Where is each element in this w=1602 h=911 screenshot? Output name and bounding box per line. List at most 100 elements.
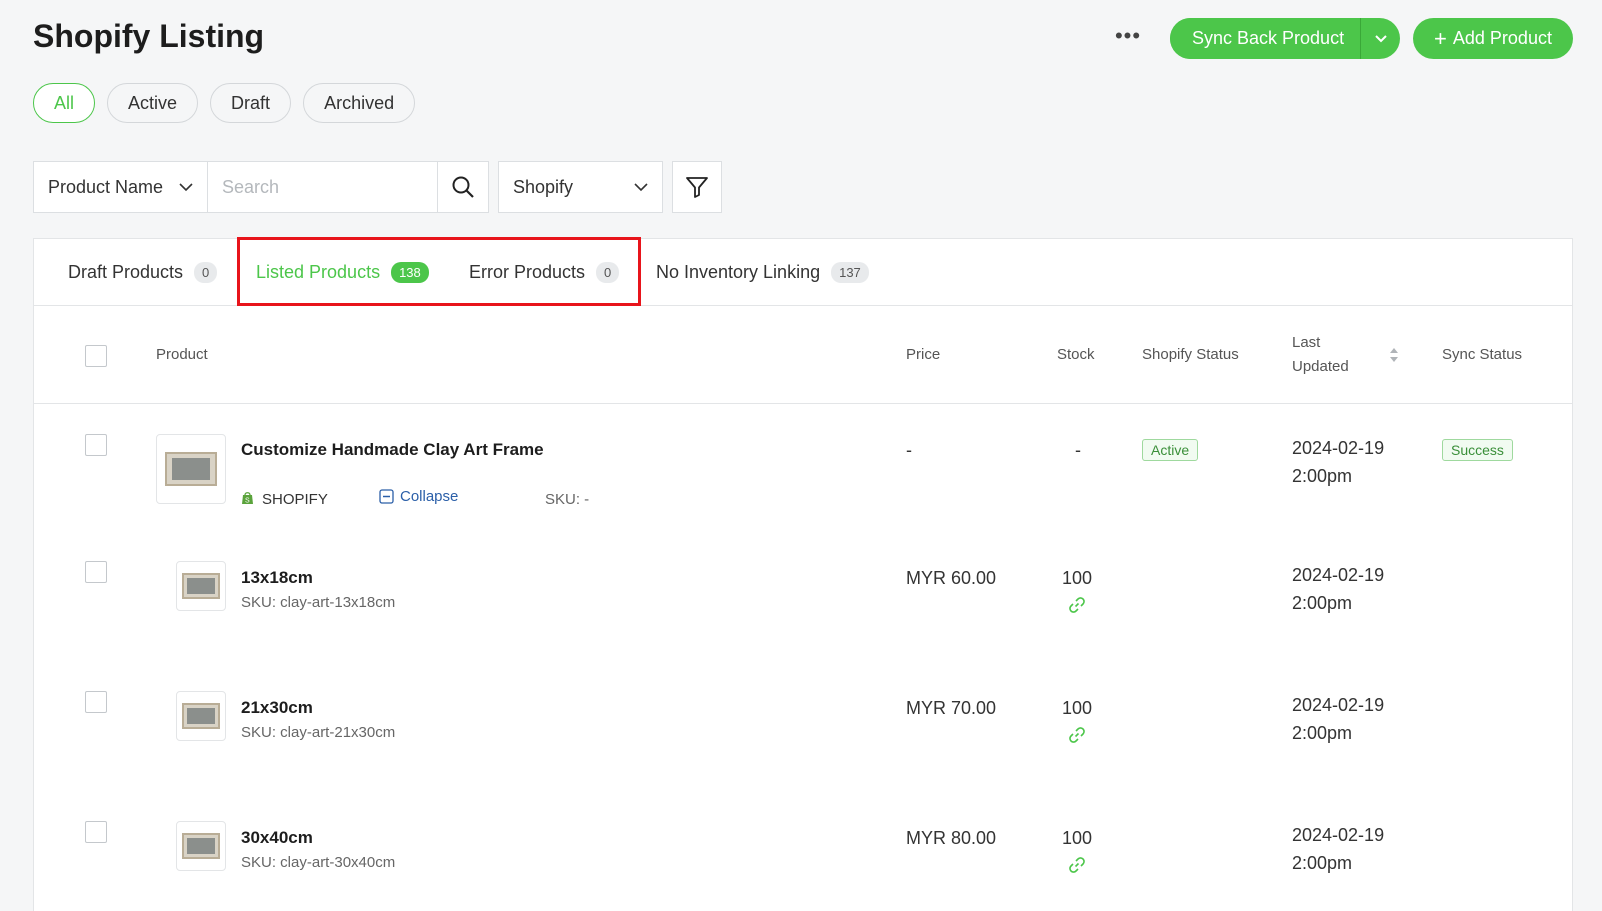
variant-thumbnail bbox=[176, 561, 226, 611]
tab-label: Draft Products bbox=[68, 261, 184, 282]
header-last-updated-line1: Last bbox=[1292, 334, 1321, 351]
sync-dropdown-toggle[interactable] bbox=[1360, 18, 1400, 59]
table-row-variant: 13x18cm SKU: clay-art-13x18cm MYR 60.00 … bbox=[34, 534, 1572, 664]
variant-stock: 100 bbox=[1062, 568, 1093, 588]
last-updated-date: 2024-02-19 bbox=[1292, 695, 1385, 715]
channel-select[interactable]: Shopify bbox=[498, 161, 663, 213]
tab-draft-products[interactable]: Draft Products 0 bbox=[68, 239, 218, 305]
plus-icon: + bbox=[1434, 25, 1447, 51]
more-options-icon[interactable]: ••• bbox=[1113, 25, 1143, 50]
filter-icon bbox=[686, 177, 708, 198]
last-updated-time: 2:00pm bbox=[1292, 853, 1353, 873]
channel-label: SHOPIFY bbox=[262, 491, 328, 508]
row-checkbox[interactable] bbox=[85, 691, 107, 713]
tab-label: Error Products bbox=[469, 261, 586, 282]
search-input[interactable] bbox=[222, 176, 423, 198]
last-updated-time: 2:00pm bbox=[1292, 723, 1353, 743]
add-product-label: Add Product bbox=[1452, 28, 1552, 48]
variant-price: MYR 60.00 bbox=[906, 568, 997, 588]
filter-pill-all[interactable]: All bbox=[33, 83, 96, 123]
filter-pill-archived[interactable]: Archived bbox=[303, 83, 416, 123]
header-price: Price bbox=[906, 346, 941, 363]
search-icon bbox=[452, 176, 474, 198]
last-updated-date: 2024-02-19 bbox=[1292, 565, 1385, 585]
product-sku: SKU: - bbox=[545, 491, 590, 508]
tab-count-badge: 138 bbox=[391, 261, 429, 283]
frame-image bbox=[182, 833, 220, 859]
variant-name[interactable]: 21x30cm bbox=[241, 698, 313, 718]
frame-image bbox=[165, 452, 217, 486]
status-filter-pills: All Active Draft Archived bbox=[33, 83, 416, 123]
tab-count-badge: 137 bbox=[831, 261, 869, 283]
filter-bar: Product Name Shopify bbox=[33, 161, 722, 213]
shopify-status-badge: Active bbox=[1142, 439, 1199, 461]
last-updated: 2024-02-19 2:00pm bbox=[1292, 821, 1384, 877]
tab-error-products[interactable]: Error Products 0 bbox=[469, 239, 620, 305]
search-box bbox=[208, 161, 438, 213]
tab-no-inventory-linking[interactable]: No Inventory Linking 137 bbox=[656, 239, 869, 305]
link-icon[interactable] bbox=[1068, 596, 1086, 614]
row-checkbox[interactable] bbox=[85, 434, 107, 456]
last-updated-date: 2024-02-19 bbox=[1292, 438, 1385, 458]
row-checkbox[interactable] bbox=[85, 821, 107, 843]
last-updated-time: 2:00pm bbox=[1292, 466, 1353, 486]
variant-sku: SKU: clay-art-30x40cm bbox=[241, 854, 396, 871]
collapse-toggle[interactable]: Collapse bbox=[379, 488, 458, 505]
svg-text:S: S bbox=[245, 498, 250, 505]
product-name[interactable]: Customize Handmade Clay Art Frame bbox=[241, 440, 544, 460]
product-price: - bbox=[906, 440, 912, 460]
tab-label: No Inventory Linking bbox=[656, 261, 821, 282]
variant-thumbnail bbox=[176, 821, 226, 871]
variant-stock: 100 bbox=[1062, 828, 1093, 848]
tab-label: Listed Products bbox=[256, 261, 381, 282]
table-row-variant: 30x40cm SKU: clay-art-30x40cm MYR 80.00 … bbox=[34, 794, 1572, 911]
variant-name[interactable]: 13x18cm bbox=[241, 568, 313, 588]
tab-count-badge: 0 bbox=[596, 261, 620, 283]
variant-sku: SKU: clay-art-21x30cm bbox=[241, 724, 396, 741]
filter-pill-draft[interactable]: Draft bbox=[210, 83, 292, 123]
frame-image bbox=[182, 703, 220, 729]
search-field-select[interactable]: Product Name bbox=[33, 161, 208, 213]
product-thumbnail bbox=[156, 434, 226, 504]
last-updated: 2024-02-19 2:00pm bbox=[1292, 691, 1384, 747]
last-updated: 2024-02-19 2:00pm bbox=[1292, 561, 1384, 617]
filter-pill-active[interactable]: Active bbox=[107, 83, 199, 123]
select-all-checkbox[interactable] bbox=[85, 345, 107, 367]
link-icon[interactable] bbox=[1068, 856, 1086, 874]
add-product-button[interactable]: + Add Product bbox=[1413, 18, 1573, 59]
sync-back-product-button[interactable]: Sync Back Product bbox=[1170, 18, 1361, 59]
variant-stock: 100 bbox=[1062, 698, 1093, 718]
variant-price: MYR 70.00 bbox=[906, 698, 997, 718]
variant-name[interactable]: 30x40cm bbox=[241, 828, 313, 848]
page-title: Shopify Listing bbox=[33, 18, 265, 54]
table-row-variant: 21x30cm SKU: clay-art-21x30cm MYR 70.00 … bbox=[34, 664, 1572, 794]
listing-tabs: Draft Products 0 Listed Products 138 Err… bbox=[34, 237, 1572, 306]
chevron-down-icon bbox=[1374, 34, 1387, 42]
row-checkbox[interactable] bbox=[85, 561, 107, 583]
search-button[interactable] bbox=[438, 161, 489, 213]
chevron-down-icon bbox=[179, 183, 193, 192]
link-icon[interactable] bbox=[1068, 726, 1086, 744]
variant-thumbnail bbox=[176, 691, 226, 741]
header-last-updated-line2: Updated bbox=[1292, 358, 1349, 375]
product-stock: - bbox=[1075, 440, 1081, 460]
variant-price: MYR 80.00 bbox=[906, 828, 997, 848]
sort-icon bbox=[1390, 348, 1398, 362]
channel-select-value: Shopify bbox=[513, 176, 574, 197]
collapse-icon bbox=[379, 489, 394, 504]
header-shopify-status: Shopify Status bbox=[1142, 346, 1239, 363]
listing-panel: Draft Products 0 Listed Products 138 Err… bbox=[33, 237, 1573, 911]
header-sync-status: Sync Status bbox=[1442, 346, 1523, 363]
collapse-label: Collapse bbox=[400, 488, 459, 505]
last-updated: 2024-02-19 2:00pm bbox=[1292, 434, 1384, 490]
header-product: Product bbox=[156, 346, 208, 363]
frame-image bbox=[182, 573, 220, 599]
header-last-updated[interactable]: Last Updated bbox=[1292, 334, 1407, 378]
shopify-bag-icon: S bbox=[242, 492, 253, 505]
tab-count-badge: 0 bbox=[194, 261, 218, 283]
tab-listed-products[interactable]: Listed Products 138 bbox=[256, 239, 429, 305]
search-field-value: Product Name bbox=[48, 176, 164, 197]
advanced-filter-button[interactable] bbox=[672, 161, 722, 213]
table-header: Product Price Stock Shopify Status Last … bbox=[34, 306, 1572, 404]
last-updated-time: 2:00pm bbox=[1292, 593, 1353, 613]
